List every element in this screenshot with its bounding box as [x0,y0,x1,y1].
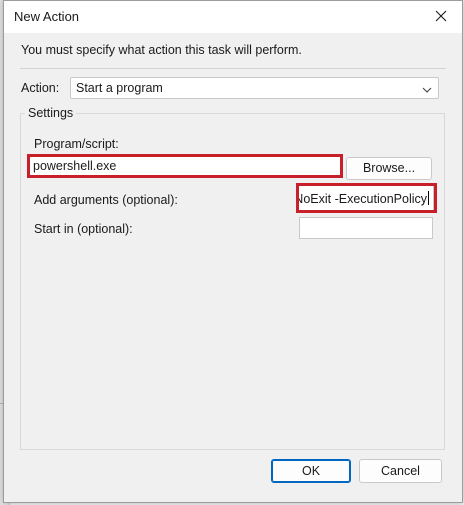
text-caret [428,191,429,205]
close-icon [435,10,447,22]
new-action-dialog: New Action You must specify what action … [3,0,463,503]
cancel-button[interactable]: Cancel [359,459,442,483]
add-arguments-label: Add arguments (optional): [34,193,178,207]
action-dropdown-value: Start a program [76,81,163,95]
instruction-text: You must specify what action this task w… [21,43,302,57]
settings-group-label: Settings [25,106,77,120]
action-label: Action: [21,81,60,95]
program-script-input[interactable]: powershell.exe [28,155,341,177]
cancel-button-label: Cancel [381,464,420,478]
add-arguments-input[interactable]: -NoExit -ExecutionPolicy [298,185,434,211]
separator [20,68,446,69]
start-in-input[interactable] [299,217,433,239]
add-arguments-value: -NoExit -ExecutionPolicy [298,192,427,206]
browse-button[interactable]: Browse... [346,157,432,180]
close-button[interactable] [428,5,454,27]
ok-button-label: OK [301,464,321,478]
title-bar[interactable]: New Action [4,1,462,33]
chevron-down-icon [422,83,432,97]
program-script-label: Program/script: [34,137,119,151]
action-dropdown[interactable]: Start a program [70,77,439,99]
browse-button-label: Browse... [362,161,416,175]
start-in-label: Start in (optional): [34,222,133,236]
ok-button[interactable]: OK [271,459,351,483]
program-script-value: powershell.exe [33,159,117,173]
dialog-title: New Action [14,9,80,24]
